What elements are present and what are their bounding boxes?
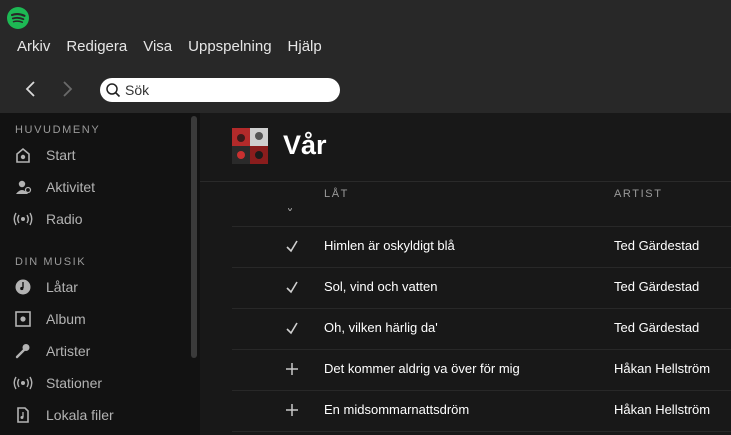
album-icon: [12, 308, 34, 330]
checkmark-icon[interactable]: [284, 320, 300, 336]
track-row[interactable]: Det kommer aldrig va över för mig Håkan …: [232, 349, 731, 389]
microphone-icon: [12, 340, 34, 362]
section-title-main: HUVUDMENY: [15, 124, 101, 136]
search-box[interactable]: [100, 78, 340, 102]
track-artist[interactable]: Ted Gärdestad: [614, 226, 699, 266]
home-icon: [12, 144, 34, 166]
sidebar-scrollbar[interactable]: [191, 116, 197, 358]
track-title: En midsommarnattsdröm: [324, 402, 470, 417]
menu-bar: Arkiv Redigera Visa Uppspelning Hjälp: [17, 38, 338, 56]
track-row[interactable]: En midsommarnattsdröm Håkan Hellström: [232, 390, 731, 430]
title-bar: Arkiv Redigera Visa Uppspelning Hjälp: [0, 0, 731, 113]
songs-icon: [12, 276, 34, 298]
activity-icon: [12, 176, 34, 198]
track-row[interactable]: Himlen är oskyldigt blå Ted Gärdestad: [232, 226, 731, 266]
search-input[interactable]: [125, 78, 330, 102]
track-title: Det kommer aldrig va över för mig: [324, 361, 520, 376]
sidebar-item-artister[interactable]: Artister: [12, 339, 90, 363]
track-artist[interactable]: Håkan Hellström: [614, 390, 710, 430]
menu-redigera[interactable]: Redigera: [66, 38, 127, 56]
track-title: Oh, vilken härlig da': [324, 320, 438, 335]
track-artist[interactable]: Ted Gärdestad: [614, 308, 699, 348]
sidebar-item-label: Album: [46, 311, 86, 327]
sidebar-item-radio[interactable]: Radio: [12, 207, 83, 231]
sidebar-item-lokala-filer[interactable]: Lokala filer: [12, 403, 114, 427]
playlist-title: Vår: [283, 130, 327, 160]
stations-icon: [12, 372, 34, 394]
sidebar-item-label: Lokala filer: [46, 407, 114, 423]
scroll-fragment-icon: [288, 208, 292, 211]
radio-icon: [12, 208, 34, 230]
track-artist[interactable]: Håkan Hellström: [614, 349, 710, 389]
sidebar-item-label: Aktivitet: [46, 179, 96, 195]
track-row[interactable]: Sol, vind och vatten Ted Gärdestad: [232, 267, 731, 307]
plus-icon[interactable]: [284, 402, 300, 418]
column-header-song[interactable]: LÅT: [324, 188, 349, 200]
section-title-music: DIN MUSIK: [15, 256, 87, 268]
sidebar-item-latar[interactable]: Låtar: [12, 275, 78, 299]
spotify-logo-icon: [7, 7, 29, 29]
track-row[interactable]: Oh, vilken härlig da' Ted Gärdestad: [232, 308, 731, 348]
sidebar-item-label: Start: [46, 147, 76, 163]
track-title: Sol, vind och vatten: [324, 279, 438, 294]
search-icon: [106, 83, 121, 98]
menu-hjalp[interactable]: Hjälp: [288, 38, 322, 56]
sidebar-item-label: Låtar: [46, 279, 78, 295]
column-header-artist[interactable]: ARTIST: [614, 188, 663, 200]
plus-icon[interactable]: [284, 361, 300, 377]
chevron-left-icon[interactable]: [22, 80, 40, 98]
divider: [200, 181, 731, 182]
divider: [232, 431, 731, 432]
sidebar-item-album[interactable]: Album: [12, 307, 86, 331]
sidebar-item-aktivitet[interactable]: Aktivitet: [12, 175, 95, 199]
sidebar-item-stationer[interactable]: Stationer: [12, 371, 102, 395]
sidebar-item-label: Radio: [46, 211, 83, 227]
local-files-icon: [12, 404, 34, 426]
sidebar-item-start[interactable]: Start: [12, 143, 76, 167]
chevron-right-icon[interactable]: [58, 80, 76, 98]
sidebar-item-label: Artister: [46, 343, 91, 359]
checkmark-icon[interactable]: [284, 279, 300, 295]
checkmark-icon[interactable]: [284, 238, 300, 254]
sidebar-item-label: Stationer: [46, 375, 103, 391]
playlist-cover-image: [232, 128, 268, 164]
track-artist[interactable]: Ted Gärdestad: [614, 267, 699, 307]
menu-uppspelning[interactable]: Uppspelning: [188, 38, 271, 56]
track-title: Himlen är oskyldigt blå: [324, 238, 455, 253]
menu-arkiv[interactable]: Arkiv: [17, 38, 50, 56]
menu-visa[interactable]: Visa: [143, 38, 172, 56]
